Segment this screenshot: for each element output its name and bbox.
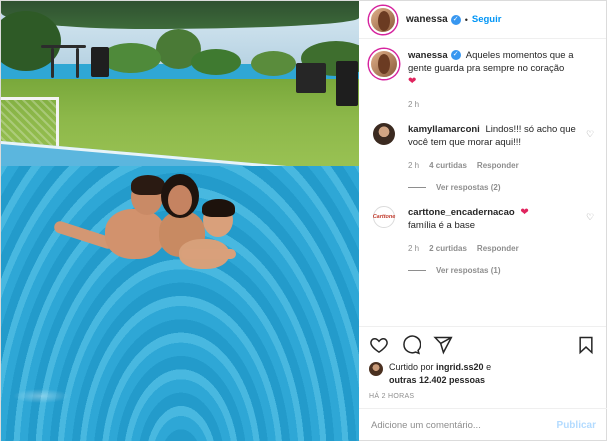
comment-text: família é a base	[408, 220, 476, 231]
comment-likes[interactable]: 2 curtidas	[429, 242, 467, 255]
add-comment-bar: Publicar	[359, 408, 607, 441]
likes-connector: e	[486, 362, 492, 372]
commenter-avatar[interactable]: Carttone	[373, 206, 395, 228]
comment-time[interactable]: 2 h	[408, 242, 419, 255]
verified-badge-icon: ✓	[450, 50, 461, 61]
bookmark-icon[interactable]	[576, 335, 596, 355]
liker-avatar[interactable]	[369, 362, 383, 376]
comment-icon[interactable]	[401, 335, 422, 355]
verified-badge-icon: ✓	[450, 14, 461, 25]
likes-summary: Curtido por ingrid.ss20 e outras 12.402 …	[369, 361, 596, 387]
view-replies-button[interactable]: Ver respostas (2)	[408, 183, 596, 192]
heart-icon[interactable]	[369, 335, 389, 355]
view-replies-button[interactable]: Ver respostas (1)	[408, 266, 596, 275]
heart-emoji-icon: ❤	[408, 76, 417, 87]
comment-time[interactable]: 2 h	[408, 159, 419, 172]
caption-avatar[interactable]	[369, 49, 399, 79]
liker-username[interactable]: ingrid.ss20	[436, 362, 484, 372]
likes-prefix: Curtido por	[389, 362, 434, 372]
action-bar	[369, 333, 596, 357]
caption-username[interactable]: wanessa	[408, 50, 448, 61]
photo-goal	[1, 97, 59, 147]
commenter-username[interactable]: kamyllamarconi	[408, 124, 480, 135]
reply-button[interactable]: Responder	[477, 159, 519, 172]
photo-table	[41, 45, 86, 48]
header-separator: •	[464, 14, 468, 25]
comment-item: Carttone carttone_encadernacao ❤ família…	[369, 206, 596, 255]
share-icon[interactable]	[433, 335, 453, 355]
publish-button[interactable]: Publicar	[557, 420, 596, 431]
comment-like-heart-icon[interactable]: ♡	[584, 212, 596, 223]
comment-like-heart-icon[interactable]: ♡	[584, 129, 596, 140]
caption: wanessa ✓ Aqueles momentos que a gente gu…	[369, 49, 596, 111]
author-avatar[interactable]	[369, 5, 397, 34]
post-sidebar: wanessa ✓ • Seguir wanessa ✓ Aqueles mome…	[359, 1, 607, 441]
author-username[interactable]: wanessa	[406, 14, 448, 25]
caption-time[interactable]: 2 h	[408, 98, 419, 111]
likes-others[interactable]: outras 12.402 pessoas	[389, 375, 485, 385]
comment-input[interactable]	[371, 420, 557, 431]
post-header: wanessa ✓ • Seguir	[359, 1, 606, 39]
comments-section: wanessa ✓ Aqueles momentos que a gente gu…	[359, 39, 606, 326]
commenter-avatar[interactable]	[373, 123, 395, 145]
comment-item: kamyllamarconi Lindos!!! só acho que voc…	[369, 123, 596, 172]
follow-button[interactable]: Seguir	[472, 14, 502, 25]
post-timestamp[interactable]: HÁ 2 HORAS	[369, 393, 596, 400]
post-photo[interactable]	[1, 1, 359, 441]
post-container: wanessa ✓ • Seguir wanessa ✓ Aqueles mome…	[0, 0, 607, 441]
heart-emoji-icon: ❤	[520, 207, 529, 218]
comment-likes[interactable]: 4 curtidas	[429, 159, 467, 172]
commenter-username[interactable]: carttone_encadernacao	[408, 207, 515, 218]
reply-button[interactable]: Responder	[477, 242, 519, 255]
